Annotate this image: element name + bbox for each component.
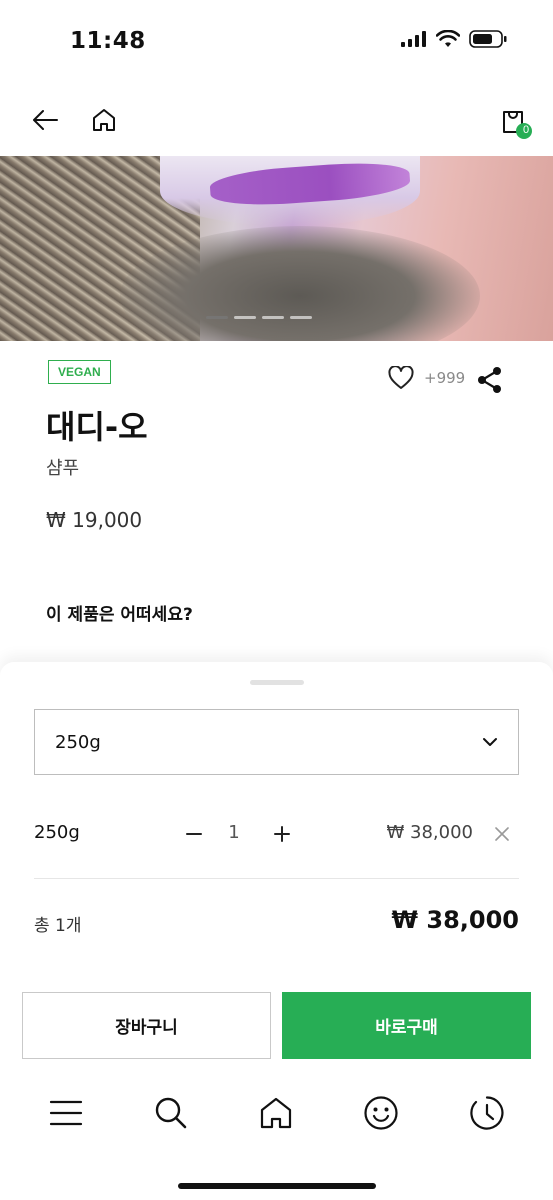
bottom-tab-bar — [0, 1088, 553, 1144]
product-image-carousel[interactable] — [0, 156, 553, 341]
option-select-value: 250g — [55, 731, 101, 753]
signal-icon — [401, 31, 426, 47]
home-icon — [260, 1097, 292, 1129]
smile-icon — [364, 1096, 398, 1130]
product-name: 대디-오 — [46, 408, 148, 446]
quantity-value: 1 — [228, 822, 240, 843]
search-icon — [155, 1097, 187, 1129]
quantity-decrease-button[interactable] — [174, 814, 214, 854]
product-price: ₩ 19,000 — [46, 508, 143, 532]
pager-dot-3[interactable] — [262, 316, 284, 319]
back-arrow-icon — [33, 110, 58, 130]
status-time: 11:48 — [70, 28, 146, 54]
home-indicator — [178, 1183, 376, 1189]
status-bar: 11:48 — [0, 0, 553, 80]
cart-button[interactable]: 0 — [492, 96, 536, 144]
tab-my[interactable] — [357, 1088, 405, 1138]
sheet-drag-handle[interactable] — [250, 680, 304, 685]
menu-icon — [49, 1100, 83, 1126]
battery-icon — [469, 30, 507, 48]
selected-option-row: 250g 1 ₩ 38,000 — [34, 814, 519, 854]
pager-dot-2[interactable] — [234, 316, 256, 319]
quantity-increase-button[interactable] — [262, 814, 302, 854]
minus-icon — [186, 833, 202, 835]
home-button[interactable] — [82, 96, 126, 144]
carousel-pager — [206, 316, 312, 319]
share-icon — [478, 367, 501, 393]
top-nav: 0 — [0, 96, 553, 144]
home-icon — [93, 109, 115, 131]
cart-count-badge: 0 — [522, 124, 530, 136]
buy-now-button[interactable]: 바로구매 — [282, 992, 531, 1059]
review-question-heading: 이 제품은 어떠세요? — [46, 605, 193, 625]
close-icon — [495, 827, 509, 841]
pager-dot-4[interactable] — [290, 316, 312, 319]
history-icon — [470, 1096, 504, 1130]
add-to-cart-button[interactable]: 장바구니 — [22, 992, 271, 1059]
wishlist-button[interactable]: +999 — [388, 366, 465, 390]
total-price: ₩ 38,000 — [391, 906, 519, 934]
tab-search[interactable] — [147, 1088, 195, 1138]
tab-recent[interactable] — [463, 1088, 511, 1138]
back-button[interactable] — [23, 96, 67, 144]
option-label: 250g — [34, 822, 80, 843]
chevron-down-icon — [483, 738, 497, 746]
divider — [34, 878, 519, 879]
vegan-badge: VEGAN — [48, 360, 111, 384]
pager-dot-1[interactable] — [206, 316, 228, 319]
product-category: 샴푸 — [46, 458, 80, 479]
tab-menu[interactable] — [42, 1088, 90, 1138]
option-select[interactable]: 250g — [34, 709, 519, 775]
wishlist-count: +999 — [424, 369, 466, 387]
tab-home[interactable] — [252, 1088, 300, 1138]
remove-option-button[interactable] — [485, 814, 519, 854]
plus-icon — [274, 826, 290, 842]
wifi-icon — [436, 30, 460, 47]
option-price: ₩ 38,000 — [386, 822, 473, 843]
status-icons — [401, 30, 507, 48]
heart-icon — [388, 366, 414, 389]
total-count-label: 총 1개 — [34, 916, 82, 936]
share-button[interactable] — [477, 366, 503, 398]
